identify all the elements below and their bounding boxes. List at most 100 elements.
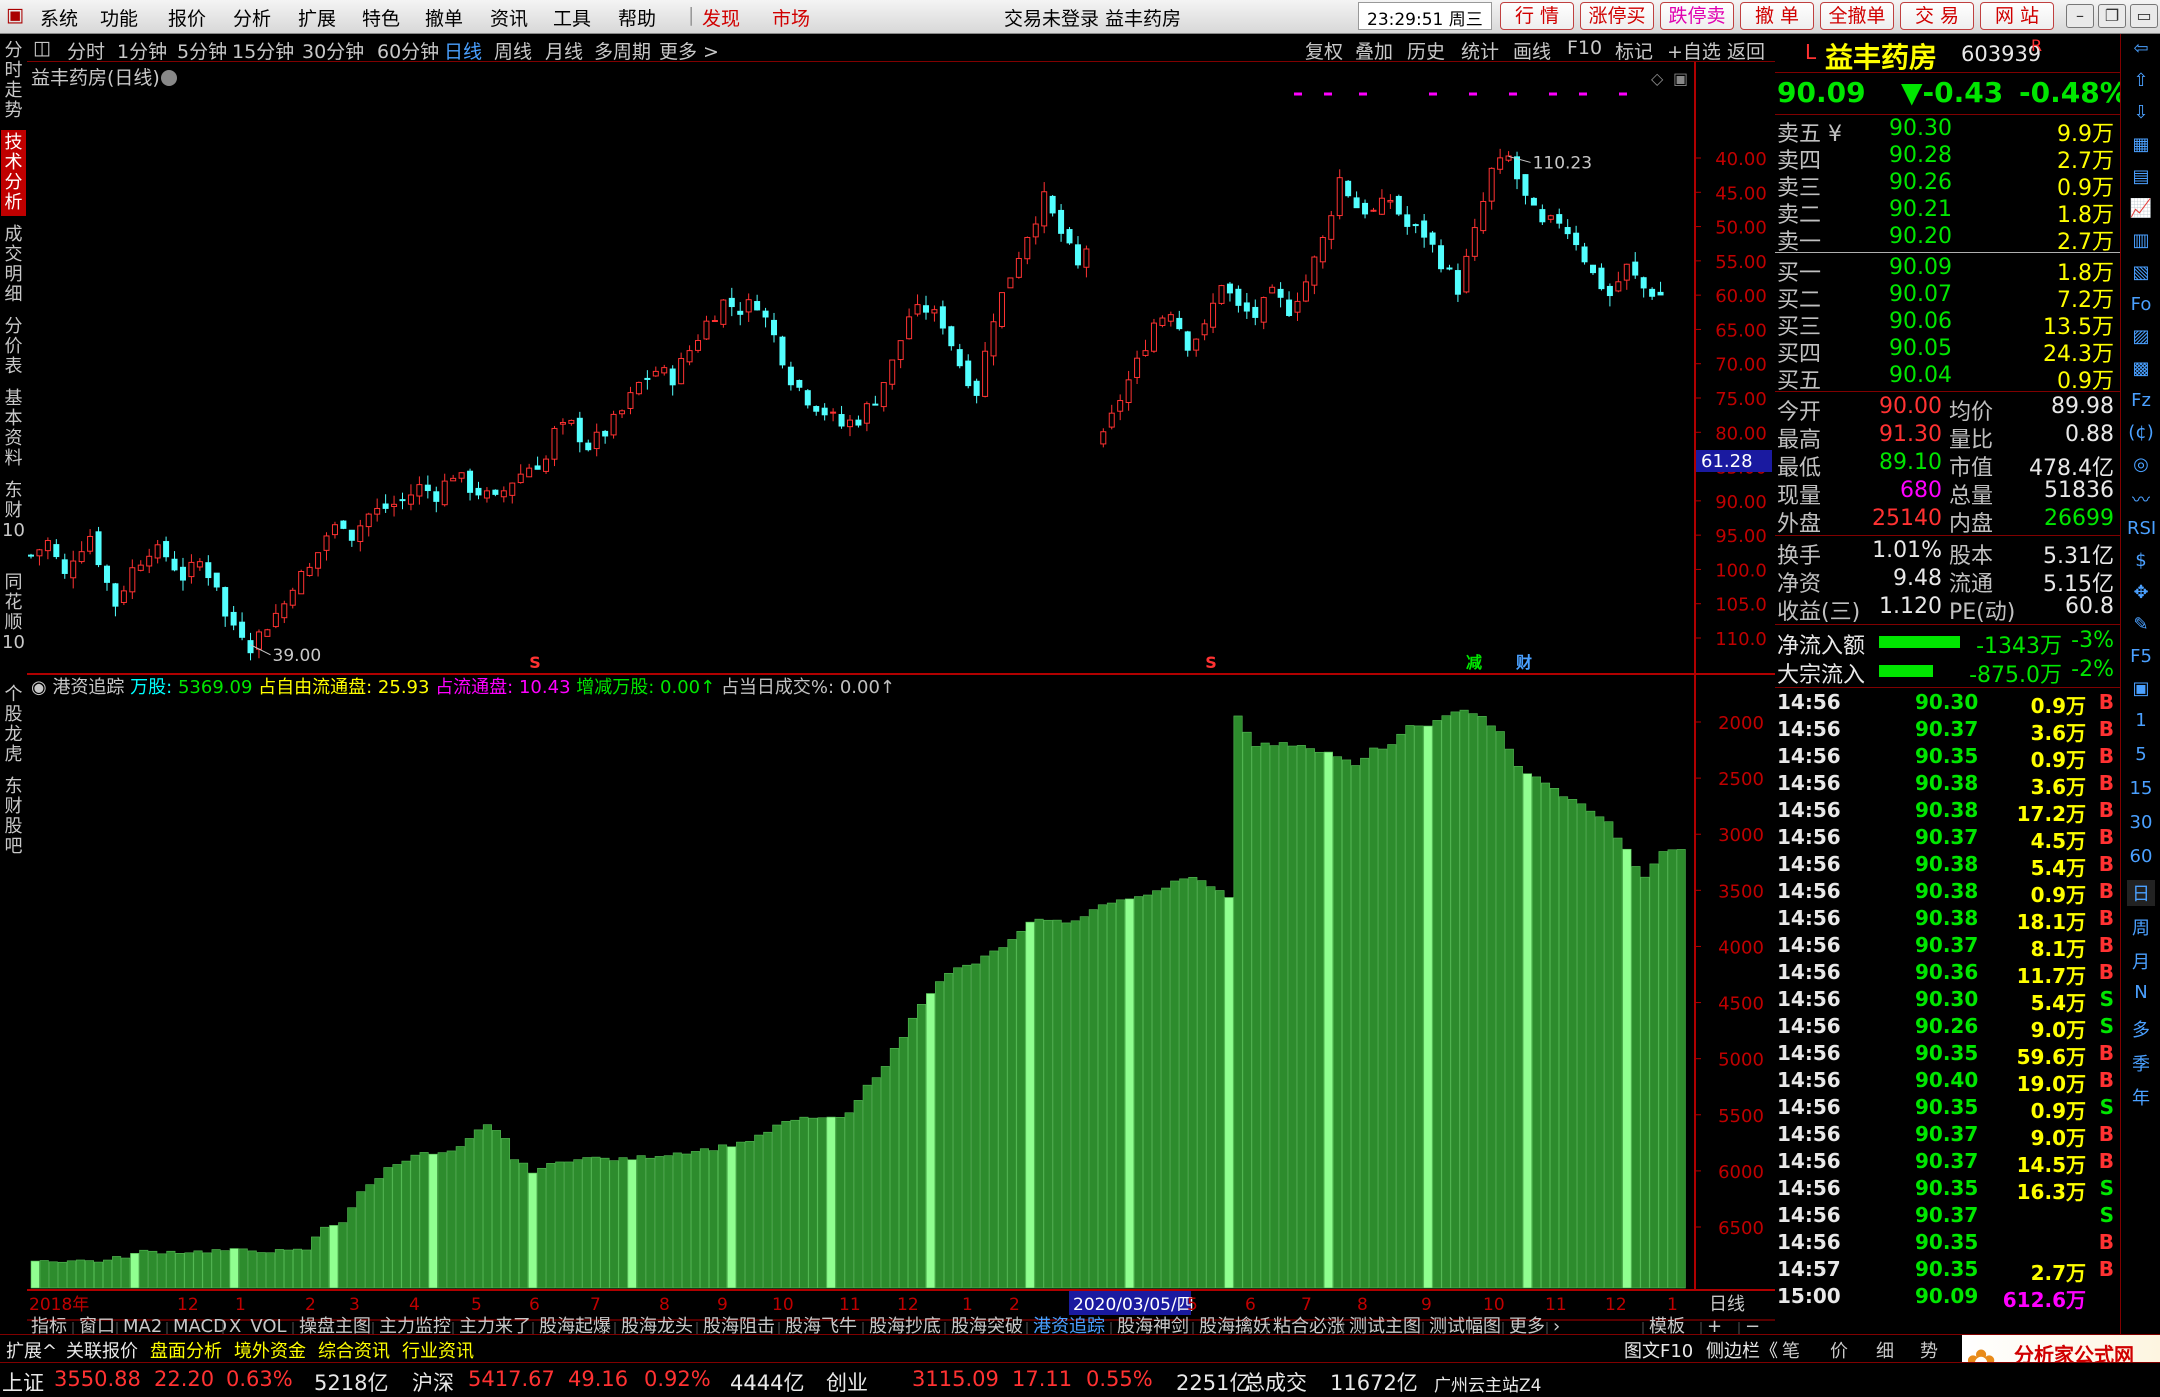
right-tool-pen-icon[interactable]: ✎ xyxy=(2127,614,2155,635)
left-tab-2[interactable]: 成交明细 xyxy=(1,222,26,308)
indicator-tab-13[interactable]: 股海突破 xyxy=(951,1316,1023,1334)
toolbar-right-3[interactable]: 统计 xyxy=(1461,37,1499,64)
window-icon[interactable]: ▣ xyxy=(1673,69,1688,88)
left-tab-4[interactable]: 基本资料 xyxy=(1,386,26,472)
bottom-right-tab-5[interactable]: 势 xyxy=(1920,1337,1938,1363)
bottom-tab-1[interactable]: 关联报价 xyxy=(66,1337,138,1363)
ask-row-4[interactable]: 卖一 90.20 2.7万 xyxy=(1775,224,2120,255)
period-tab-9[interactable]: 多周期 xyxy=(594,37,651,64)
indicator-tab-21[interactable]: › xyxy=(1553,1316,1560,1334)
right-tool-candle-icon[interactable]: ▥ xyxy=(2127,230,2155,251)
left-tab-7[interactable]: 个股龙虎 xyxy=(1,682,26,768)
right-tool-up-icon[interactable]: ⇧ xyxy=(2127,70,2155,91)
quick-button-4[interactable]: 全撤单 xyxy=(1820,2,1894,30)
right-tool-trend-icon[interactable]: 📈 xyxy=(2127,198,2155,219)
right-tool-wave-icon[interactable]: 〰 xyxy=(2127,486,2155,512)
toolbar-right-8[interactable]: 返回 xyxy=(1727,37,1765,64)
period-tab-2[interactable]: 5分钟 xyxy=(177,37,227,64)
menu-item-2[interactable]: 报价 xyxy=(168,4,206,31)
right-tool-p15-button[interactable]: 15 xyxy=(2127,778,2155,799)
menu-item-7[interactable]: 资讯 xyxy=(490,4,528,31)
left-tab-3[interactable]: 分价表 xyxy=(1,314,26,380)
period-tab-3[interactable]: 15分钟 xyxy=(232,37,294,64)
bid-row-1[interactable]: 买二 90.07 7.2万 xyxy=(1775,282,2120,313)
left-tab-1[interactable]: 技术分析 xyxy=(1,130,26,216)
indicator-tab-6[interactable]: 主力监控 xyxy=(379,1316,451,1334)
ask-row-3[interactable]: 卖二 90.21 1.8万 xyxy=(1775,197,2120,228)
menu-item-6[interactable]: 撤单 xyxy=(425,4,463,31)
menu-item-3[interactable]: 分析 xyxy=(233,4,271,31)
ask-row-2[interactable]: 卖三 90.26 0.9万 xyxy=(1775,170,2120,201)
quick-button-1[interactable]: 涨停买 xyxy=(1580,2,1654,30)
right-tool-pday-button[interactable]: 日 xyxy=(2127,880,2155,906)
right-tool-pn-button[interactable]: N xyxy=(2127,982,2155,1003)
right-tool-screen-icon[interactable]: ▣ xyxy=(2127,678,2155,699)
maximize-icon[interactable]: ▭ xyxy=(2130,4,2158,28)
indicator-tab-8[interactable]: 股海起爆 xyxy=(539,1316,611,1334)
event-marker-3[interactable]: 财 xyxy=(1515,653,1532,672)
indicator-tab-0[interactable]: 指标 xyxy=(31,1316,67,1334)
event-marker-0[interactable]: S xyxy=(529,653,541,672)
indicator-tab-12[interactable]: 股海抄底 xyxy=(869,1316,941,1334)
kline-chart[interactable]: 益丰药房(日线)◇▣110.0105.0100.095.0090.0085.00… xyxy=(27,62,1775,1334)
indicator-tab-19[interactable]: 测试幅图 xyxy=(1429,1316,1501,1334)
right-tool-back-icon[interactable]: ⇦ xyxy=(2127,38,2155,59)
right-tool-pmulti-button[interactable]: 多 xyxy=(2127,1016,2155,1042)
indicator-tab-20[interactable]: 更多 xyxy=(1509,1316,1545,1334)
indicator-tab-24[interactable]: − xyxy=(1745,1316,1760,1334)
menu-item-0[interactable]: 系统 xyxy=(40,4,78,31)
indicator-tab-2[interactable]: MA2 xyxy=(123,1316,162,1334)
period-tab-10[interactable]: 更多 > xyxy=(659,37,719,64)
right-tool-panel-icon[interactable]: ▧ xyxy=(2127,262,2155,283)
toolbar-right-1[interactable]: 叠加 xyxy=(1355,37,1393,64)
indicator-tab-3[interactable]: MACD xyxy=(173,1316,227,1334)
left-tab-8[interactable]: 东财股吧 xyxy=(1,774,26,860)
indicator-tab-18[interactable]: 测试主图 xyxy=(1349,1316,1421,1334)
indicator-tab-5[interactable]: 操盘主图 xyxy=(299,1316,371,1334)
indicator-tab-11[interactable]: 股海飞牛 xyxy=(785,1316,857,1334)
left-tab-0[interactable]: 分时走势 xyxy=(1,38,26,124)
event-marker-2[interactable]: 减 xyxy=(1466,653,1482,672)
bottom-tab-5[interactable]: 行业资讯 xyxy=(402,1337,474,1363)
menu-highlight-1[interactable]: 市场 xyxy=(772,4,810,31)
panel-toggle-icon[interactable]: ◫ xyxy=(33,37,51,59)
right-tool-grid-icon[interactable]: ▦ xyxy=(2127,134,2155,155)
indicator-tab-7[interactable]: 主力来了 xyxy=(459,1316,531,1334)
right-tool-target-icon[interactable]: ◎ xyxy=(2127,454,2155,475)
bid-row-0[interactable]: 买一 90.09 1.8万 xyxy=(1775,255,2120,286)
bottom-tab-2[interactable]: 盘面分析 xyxy=(150,1337,222,1363)
period-tab-5[interactable]: 60分钟 xyxy=(377,37,439,64)
right-tool-pquarter-button[interactable]: 季 xyxy=(2127,1050,2155,1076)
right-tool-p1-button[interactable]: 1 xyxy=(2127,710,2155,731)
bid-row-4[interactable]: 买五 90.04 0.9万 xyxy=(1775,363,2120,394)
right-tool-fo-icon[interactable]: Fo xyxy=(2127,294,2155,315)
menu-item-9[interactable]: 帮助 xyxy=(618,4,656,31)
bottom-right-tab-4[interactable]: 细 xyxy=(1876,1337,1894,1363)
indicator-tab-22[interactable]: 模板 xyxy=(1649,1316,1685,1334)
period-tab-0[interactable]: 分时 xyxy=(67,37,105,64)
indicator-tab-15[interactable]: 股海神剑 xyxy=(1117,1316,1189,1334)
left-tab-6[interactable]: 同花顺10 xyxy=(1,570,26,676)
toolbar-right-2[interactable]: 历史 xyxy=(1407,37,1445,64)
indicator-collapse-icon[interactable]: ◉ xyxy=(31,677,52,698)
ask-row-0[interactable]: 卖五 ¥90.30 9.9万 xyxy=(1775,116,2120,147)
minimize-icon[interactable]: – xyxy=(2066,4,2094,28)
bottom-right-tab-3[interactable]: 价 xyxy=(1830,1337,1848,1363)
bottom-right-tab-2[interactable]: 笔 xyxy=(1782,1337,1800,1363)
indicator-tab-14[interactable]: 港资追踪 xyxy=(1033,1316,1105,1334)
diamond-icon[interactable]: ◇ xyxy=(1651,69,1664,88)
period-tab-8[interactable]: 月线 xyxy=(545,37,583,64)
toolbar-right-5[interactable]: F10 xyxy=(1567,37,1602,59)
indicator-tab-16[interactable]: 股海擒妖 xyxy=(1199,1316,1271,1334)
bottom-right-tab-1[interactable]: 侧边栏《 xyxy=(1706,1337,1778,1363)
quick-button-2[interactable]: 跌停卖 xyxy=(1660,2,1734,30)
right-tool-pyear-button[interactable]: 年 xyxy=(2127,1084,2155,1110)
right-tool-list-icon[interactable]: ▤ xyxy=(2127,166,2155,187)
indicator-tab-23[interactable]: + xyxy=(1707,1316,1722,1334)
period-tab-6[interactable]: 日线 xyxy=(444,37,482,64)
bottom-tab-3[interactable]: 境外资金 xyxy=(234,1337,306,1363)
menu-item-4[interactable]: 扩展 xyxy=(298,4,336,31)
indicator-tab-4[interactable]: X_VOL xyxy=(229,1316,287,1334)
right-tool-p60-button[interactable]: 60 xyxy=(2127,846,2155,867)
right-tool-money-icon[interactable]: (¢) xyxy=(2127,422,2155,443)
